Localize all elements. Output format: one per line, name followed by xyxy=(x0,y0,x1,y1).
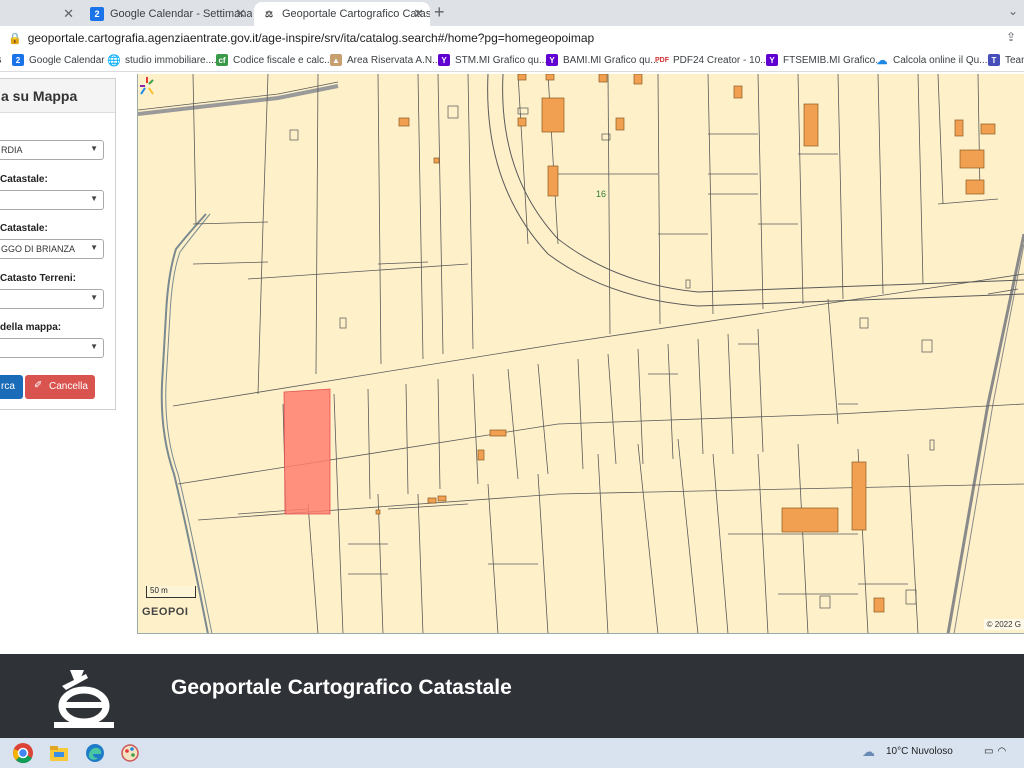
bookmark-label: Area Riservata A.N.... xyxy=(347,54,444,66)
province-select[interactable]: ▼ xyxy=(0,190,104,210)
cf-icon: cf xyxy=(216,54,228,66)
bookmark-codice-fiscale[interactable]: cf Codice fiscale e calc... xyxy=(216,54,333,66)
network-icon[interactable]: ▭ xyxy=(984,746,997,757)
bookmark-label: Codice fiscale e calc... xyxy=(233,54,333,66)
chrome-icon[interactable] xyxy=(12,742,34,764)
bookmark-ftsemib[interactable]: Y FTSEMIB.MI Grafico... xyxy=(766,54,884,66)
cancel-label: Cancella xyxy=(49,381,88,392)
cancel-button[interactable]: ✐ Cancella xyxy=(25,375,95,399)
chevron-down-icon: ▼ xyxy=(90,342,98,351)
tab-title: Google Calendar - Settimana del xyxy=(110,8,252,20)
close-tab-icon[interactable]: ✕ xyxy=(63,6,74,22)
sheet-label: della mappa: xyxy=(0,322,62,333)
file-explorer-icon[interactable] xyxy=(48,742,70,764)
paint-icon[interactable] xyxy=(120,742,142,764)
bookmark-teams[interactable]: T Tean xyxy=(988,54,1024,66)
share-icon[interactable]: ⇪ xyxy=(1006,30,1016,44)
bookmark-label: studio immobiliare.... xyxy=(125,54,217,66)
tab-title: Geoportale Cartografico Catastal xyxy=(282,8,430,20)
province-label: Catastale: xyxy=(0,174,48,185)
google-calendar-icon: 2 xyxy=(12,54,24,66)
bookmark-studio-immobiliare[interactable]: 🌐 studio immobiliare.... xyxy=(107,54,217,67)
edge-icon[interactable] xyxy=(84,742,106,764)
geopoi-logo: GEOPOI xyxy=(142,606,189,618)
select-value: GGO DI BRIANZA xyxy=(1,244,76,254)
map-copyright: © 2022 G xyxy=(983,619,1024,630)
selected-parcel-highlight xyxy=(283,388,331,515)
browser-tab-google-calendar[interactable]: 2 Google Calendar - Settimana del ✕ xyxy=(82,2,252,26)
bookmark-label: BAMI.MI Grafico qu... xyxy=(563,54,659,66)
municipality-label: Catastale: xyxy=(0,223,48,234)
cloud-icon: ☁ xyxy=(862,744,875,759)
agenzia-entrate-logo xyxy=(54,670,114,728)
search-button[interactable]: rca xyxy=(0,375,23,399)
yahoo-icon: Y xyxy=(766,54,778,66)
address-bar[interactable]: 🔒 geoportale.cartografia.agenziaentrate.… xyxy=(0,26,1024,50)
map-canvas[interactable] xyxy=(138,74,1024,634)
map-scale-bar: 50 m xyxy=(146,586,196,598)
chevron-down-icon: ▼ xyxy=(90,194,98,203)
cloud-icon: ☁ xyxy=(876,54,888,67)
region-select[interactable]: RDIA ▼ xyxy=(0,140,104,160)
system-tray[interactable]: ▭◠ xyxy=(984,746,1010,757)
chevron-down-icon: ▼ xyxy=(90,243,98,252)
bookmark-calcola[interactable]: ☁ Calcola online il Qu... xyxy=(876,54,988,67)
new-tab-icon[interactable]: + xyxy=(434,2,445,23)
lock-icon[interactable]: 🔒 xyxy=(8,32,22,45)
select-value: RDIA xyxy=(1,145,23,155)
url-text[interactable]: geoportale.cartografia.agenziaentrate.go… xyxy=(28,31,594,45)
chevron-down-icon[interactable]: ⌄ xyxy=(1008,4,1018,18)
panel-title: a su Mappa xyxy=(0,79,115,113)
parcel-number-label: 16 xyxy=(596,189,607,199)
geopoi-mark-icon xyxy=(140,77,154,95)
cadastral-map[interactable]: 16 50 m GEOPOI © 2022 G xyxy=(137,74,1024,634)
municipality-select[interactable]: GGO DI BRIANZA ▼ xyxy=(0,239,104,259)
site-footer: Geoportale Cartografico Catastale xyxy=(0,654,1024,738)
weather-widget[interactable]: 10°C Nuvoloso xyxy=(886,746,953,757)
bookmark-label: PDF24 Creator - 10... xyxy=(673,54,769,66)
section-select[interactable]: ▼ xyxy=(0,289,104,309)
person-icon: ▲ xyxy=(330,54,342,66)
browser-tab-1[interactable]: ✕ xyxy=(0,2,80,26)
bookmark-label: STM.MI Grafico qu... xyxy=(455,54,548,66)
map-search-panel: a su Mappa RDIA ▼ Catastale: ▼ Catastale… xyxy=(0,78,116,410)
section-label: Catasto Terreni: xyxy=(0,273,76,284)
close-tab-icon[interactable]: ✕ xyxy=(235,6,246,22)
bookmark-area-riservata[interactable]: ▲ Area Riservata A.N.... xyxy=(330,54,443,66)
bookmark-bami[interactable]: Y BAMI.MI Grafico qu... xyxy=(546,54,659,66)
footer-title: Geoportale Cartografico Catastale xyxy=(171,676,512,699)
google-calendar-icon: 2 xyxy=(90,7,104,21)
windows-taskbar: ☁ 10°C Nuvoloso ▭◠ xyxy=(0,738,1024,768)
bookmark-google-calendar[interactable]: 2 Google Calendar xyxy=(12,54,105,66)
close-tab-icon[interactable]: ✕ xyxy=(413,6,424,22)
teams-icon: T xyxy=(988,54,1000,66)
browser-tab-geoportale[interactable]: ⚖ Geoportale Cartografico Catastal ✕ xyxy=(254,2,430,26)
agenzia-entrate-icon: ⚖ xyxy=(264,8,274,19)
bookmark-apps[interactable]: s xyxy=(0,54,2,66)
chevron-down-icon: ▼ xyxy=(90,144,98,153)
bookmark-label: Tean xyxy=(1005,54,1024,66)
bookmarks-bar: s 2 Google Calendar 🌐 studio immobiliare… xyxy=(0,50,1024,72)
building-outlines-layer xyxy=(289,105,935,609)
bookmark-label: Google Calendar xyxy=(29,54,105,66)
sheet-select[interactable]: ▼ xyxy=(0,338,104,358)
eraser-icon: ✐ xyxy=(34,380,43,391)
bookmark-pdf24[interactable]: PDF PDF24 Creator - 10... xyxy=(655,54,769,66)
pdf24-icon: PDF xyxy=(655,56,669,64)
yahoo-icon: Y xyxy=(546,54,558,66)
browser-tab-strip: ✕ 2 Google Calendar - Settimana del ✕ ⚖ … xyxy=(0,0,1024,26)
yahoo-icon: Y xyxy=(438,54,450,66)
chevron-down-icon: ▼ xyxy=(90,293,98,302)
bookmark-label: Calcola online il Qu... xyxy=(893,54,988,66)
bookmark-stm[interactable]: Y STM.MI Grafico qu... xyxy=(438,54,547,66)
bookmark-label: FTSEMIB.MI Grafico... xyxy=(783,54,884,66)
wifi-icon[interactable]: ◠ xyxy=(997,746,1010,757)
globe-icon: 🌐 xyxy=(107,54,121,67)
buildings-layer xyxy=(375,74,996,613)
